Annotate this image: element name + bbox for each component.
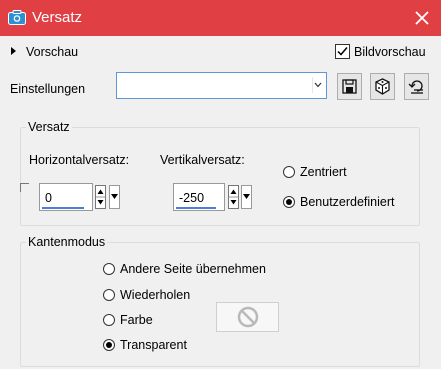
horizontal-offset-spinner[interactable]: [95, 185, 106, 209]
no-color-icon: [237, 306, 259, 328]
einstellungen-select[interactable]: [116, 72, 327, 99]
vertical-offset-spinner[interactable]: [228, 185, 239, 209]
link-checkbox[interactable]: [20, 183, 29, 192]
versatz-group-title: Versatz: [26, 120, 72, 134]
kantenmodus-group-title: Kantenmodus: [26, 235, 108, 249]
dice-icon: [375, 78, 390, 95]
benutzerdefiniert-label[interactable]: Benutzerdefiniert: [300, 195, 395, 209]
randomize-button[interactable]: [370, 73, 395, 100]
vertical-offset-label: Vertikalversatz:: [160, 153, 245, 167]
spinner-arrows-icon: [96, 189, 105, 205]
transparent-label[interactable]: Transparent: [120, 338, 187, 352]
horizontal-offset-label: Horizontalversatz:: [29, 153, 130, 167]
vertical-offset-slider[interactable]: [176, 207, 216, 209]
reset-icon: [408, 80, 423, 94]
andere-seite-label[interactable]: Andere Seite übernehmen: [120, 262, 266, 276]
zentriert-radio[interactable]: [283, 166, 295, 178]
spinner-arrows-icon: [229, 189, 238, 205]
dropdown-triangle-icon: [111, 194, 118, 199]
horizontal-offset-slider[interactable]: [42, 207, 84, 209]
einstellungen-label: Einstellungen: [10, 82, 86, 96]
versatz-group: [20, 127, 420, 226]
vertical-offset-dropdown[interactable]: [241, 185, 252, 209]
horizontal-offset-value: 0: [45, 191, 52, 205]
camera-icon: [8, 10, 26, 25]
reset-button[interactable]: [404, 73, 429, 100]
horizontal-offset-dropdown[interactable]: [109, 185, 120, 209]
vorschau-label[interactable]: Vorschau: [26, 45, 78, 59]
transparent-radio[interactable]: [103, 339, 115, 351]
chevron-down-icon[interactable]: [312, 77, 324, 93]
vertical-offset-value: -250: [179, 191, 205, 205]
expand-arrow-icon[interactable]: [11, 47, 16, 55]
benutzerdefiniert-radio[interactable]: [283, 196, 295, 208]
wiederholen-label[interactable]: Wiederholen: [120, 288, 190, 302]
wiederholen-radio[interactable]: [103, 289, 115, 301]
bildvorschau-label[interactable]: Bildvorschau: [354, 45, 426, 59]
save-icon: [342, 79, 357, 94]
checkmark-icon: [337, 47, 348, 56]
andere-seite-radio[interactable]: [103, 263, 115, 275]
dropdown-triangle-icon: [243, 194, 250, 199]
color-swatch-button[interactable]: [216, 302, 279, 332]
zentriert-label[interactable]: Zentriert: [300, 165, 347, 179]
window-title: Versatz: [32, 9, 83, 26]
farbe-label[interactable]: Farbe: [120, 313, 153, 327]
farbe-radio[interactable]: [103, 314, 115, 326]
close-icon[interactable]: [410, 6, 434, 30]
save-settings-button[interactable]: [337, 73, 362, 100]
bildvorschau-checkbox[interactable]: [335, 44, 350, 59]
